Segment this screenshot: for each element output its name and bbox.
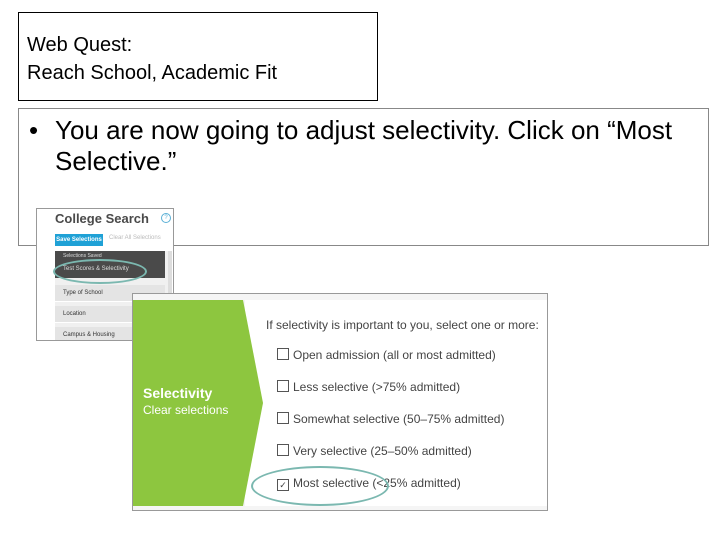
bullet-point: • <box>29 115 39 145</box>
selectivity-heading: Selectivity <box>143 385 213 401</box>
selectivity-screenshot: Selectivity Clear selections If selectiv… <box>132 293 548 511</box>
slide-title-line1: Web Quest: <box>27 34 133 56</box>
college-search-title: College Search <box>55 211 149 226</box>
option-very-selective[interactable]: Very selective (25–50% admitted) <box>277 444 472 460</box>
option-label: Open admission (all or most admitted) <box>293 348 496 362</box>
save-selections-button[interactable]: Save Selections <box>55 234 103 246</box>
instruction-text: You are now going to adjust selectivity.… <box>55 115 673 176</box>
slide-title-line2: Reach School, Academic Fit <box>27 62 278 84</box>
checkbox-empty[interactable] <box>277 444 289 456</box>
option-label: Less selective (>75% admitted) <box>293 380 461 394</box>
slide-title-box: Web Quest: Reach School, Academic Fit <box>18 12 378 101</box>
clear-all-link[interactable]: Clear All Selections <box>109 235 161 241</box>
clear-selections-link[interactable]: Clear selections <box>143 403 228 417</box>
option-somewhat-selective[interactable]: Somewhat selective (50–75% admitted) <box>277 412 504 428</box>
highlight-ring <box>251 466 389 506</box>
selectivity-prompt: If selectivity is important to you, sele… <box>266 318 539 332</box>
checkbox-empty[interactable] <box>277 412 289 424</box>
checkbox-empty[interactable] <box>277 348 289 360</box>
option-less-selective[interactable]: Less selective (>75% admitted) <box>277 380 460 396</box>
help-icon[interactable]: ? <box>161 213 171 223</box>
highlight-ring <box>53 259 147 284</box>
checkbox-empty[interactable] <box>277 380 289 392</box>
option-label: Somewhat selective (50–75% admitted) <box>293 412 505 426</box>
option-label: Very selective (25–50% admitted) <box>293 444 472 458</box>
option-open-admission[interactable]: Open admission (all or most admitted) <box>277 348 496 364</box>
